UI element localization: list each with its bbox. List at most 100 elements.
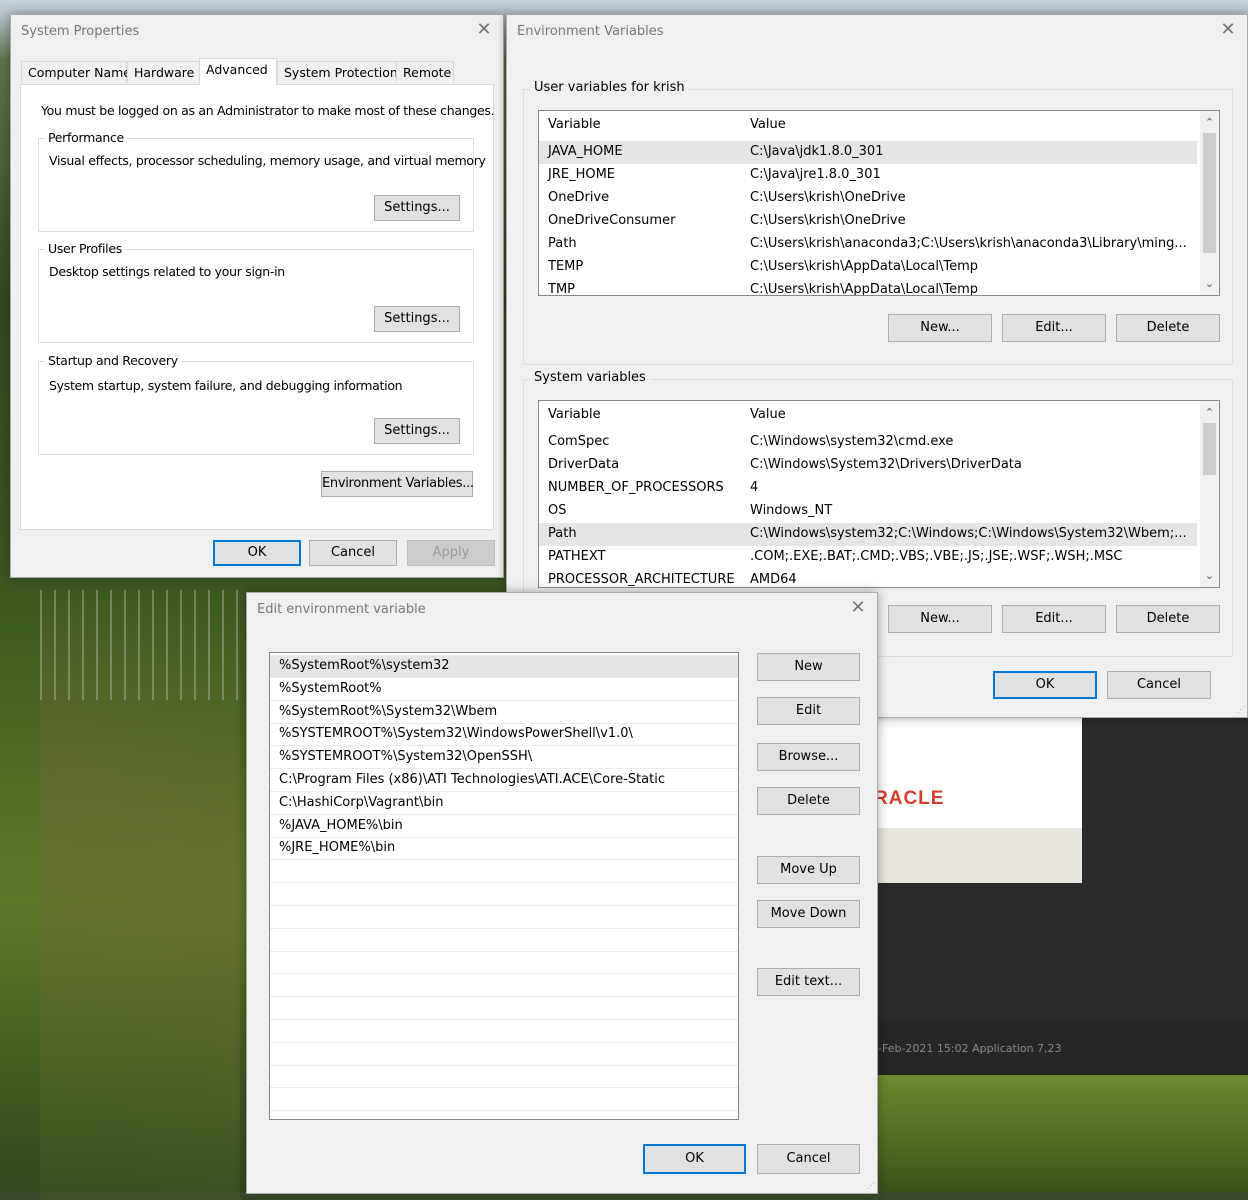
system-delete-button[interactable]: Delete bbox=[1116, 605, 1220, 633]
list-item[interactable]: C:\Program Files (x86)\ATI Technologies\… bbox=[270, 769, 738, 792]
user-variables-list[interactable]: Variable Value JAVA_HOME C:\Java\jdk1.8.… bbox=[538, 110, 1220, 296]
variable-name: DriverData bbox=[548, 457, 620, 472]
list-item[interactable] bbox=[270, 1020, 738, 1043]
new-button[interactable]: New bbox=[757, 653, 860, 681]
table-row[interactable]: JRE_HOME C:\Java\jre1.8.0_301 bbox=[539, 164, 1197, 187]
scroll-down-icon[interactable]: ⌄ bbox=[1200, 566, 1219, 585]
cancel-button[interactable]: Cancel bbox=[1107, 671, 1211, 699]
list-item[interactable] bbox=[270, 929, 738, 952]
startup-recovery-settings-button[interactable]: Settings... bbox=[374, 418, 460, 444]
table-row[interactable]: DriverData C:\Windows\System32\Drivers\D… bbox=[539, 454, 1197, 477]
user-edit-button[interactable]: Edit... bbox=[1002, 314, 1106, 342]
table-row[interactable]: Path C:\Windows\system32;C:\Windows;C:\W… bbox=[539, 523, 1197, 546]
variable-name: TMP bbox=[548, 282, 575, 296]
table-row[interactable]: TEMP C:\Users\krish\AppData\Local\Temp bbox=[539, 256, 1197, 279]
scroll-up-icon[interactable]: ⌃ bbox=[1200, 113, 1219, 132]
close-icon[interactable]: ✕ bbox=[1217, 19, 1239, 41]
table-row[interactable]: JAVA_HOME C:\Java\jdk1.8.0_301 bbox=[539, 141, 1197, 164]
user-profiles-description: Desktop settings related to your sign-in bbox=[49, 264, 285, 279]
variable-value: Windows_NT bbox=[750, 503, 833, 518]
resize-grip-icon[interactable]: ⋰ bbox=[867, 1181, 875, 1190]
system-new-button[interactable]: New... bbox=[888, 605, 992, 633]
list-item[interactable] bbox=[270, 951, 738, 975]
browse-button[interactable]: Browse... bbox=[757, 743, 860, 771]
system-edit-button[interactable]: Edit... bbox=[1002, 605, 1106, 633]
apply-button[interactable]: Apply bbox=[407, 540, 495, 566]
list-item[interactable] bbox=[270, 1088, 738, 1112]
user-profiles-settings-button[interactable]: Settings... bbox=[374, 306, 460, 332]
environment-variables-button[interactable]: Environment Variables... bbox=[321, 471, 474, 497]
vertical-scrollbar[interactable]: ⌃ ⌄ bbox=[1200, 111, 1219, 295]
table-row[interactable]: OS Windows_NT bbox=[539, 500, 1197, 523]
scrollbar-thumb[interactable] bbox=[1203, 133, 1216, 253]
variable-value: C:\Users\krish\AppData\Local\Temp bbox=[750, 259, 979, 274]
cancel-button[interactable]: Cancel bbox=[309, 540, 397, 566]
table-row[interactable]: TMP C:\Users\krish\AppData\Local\Temp bbox=[539, 279, 1197, 296]
column-variable[interactable]: Variable bbox=[548, 407, 601, 422]
table-row[interactable]: ComSpec C:\Windows\system32\cmd.exe bbox=[539, 431, 1197, 454]
table-row[interactable]: Path C:\Users\krish\anaconda3;C:\Users\k… bbox=[539, 233, 1197, 256]
move-up-button[interactable]: Move Up bbox=[757, 856, 860, 884]
table-row[interactable]: OneDriveConsumer C:\Users\krish\OneDrive bbox=[539, 210, 1197, 233]
advanced-tab-panel: You must be logged on as an Administrato… bbox=[20, 84, 495, 530]
ok-button[interactable]: OK bbox=[213, 540, 301, 566]
list-item[interactable]: %JAVA_HOME%\bin bbox=[270, 815, 738, 838]
column-variable[interactable]: Variable bbox=[548, 117, 601, 132]
path-entries-list[interactable]: %SystemRoot%\system32 %SystemRoot% %System… bbox=[269, 652, 739, 1120]
variable-value: C:\Users\krish\anaconda3;C:\Users\krish\… bbox=[750, 236, 1187, 251]
table-row[interactable]: NUMBER_OF_PROCESSORS 4 bbox=[539, 477, 1197, 500]
delete-button[interactable]: Delete bbox=[757, 787, 860, 815]
background-app-bar-text: -Feb-2021 15:02 Application 7,23 bbox=[878, 1042, 1062, 1055]
admin-note: You must be logged on as an Administrato… bbox=[41, 103, 495, 118]
system-variables-list[interactable]: Variable Value ComSpec C:\Windows\system… bbox=[538, 400, 1220, 588]
column-value[interactable]: Value bbox=[750, 117, 786, 132]
system-properties-window: System Properties ✕ Computer Name Hardwa… bbox=[10, 14, 504, 578]
list-item[interactable] bbox=[270, 974, 738, 998]
table-row[interactable]: OneDrive C:\Users\krish\OneDrive bbox=[539, 187, 1197, 210]
variable-name: ComSpec bbox=[548, 434, 610, 449]
close-icon[interactable]: ✕ bbox=[473, 19, 495, 41]
list-item[interactable] bbox=[270, 860, 738, 884]
tab-hardware[interactable]: Hardware bbox=[127, 61, 200, 83]
tab-remote[interactable]: Remote bbox=[396, 61, 454, 83]
list-item[interactable] bbox=[270, 883, 738, 906]
list-item[interactable] bbox=[270, 1111, 738, 1119]
list-item[interactable] bbox=[270, 906, 738, 929]
variable-value: AMD64 bbox=[750, 572, 797, 587]
list-item[interactable] bbox=[270, 997, 738, 1020]
tab-system-protection[interactable]: System Protection bbox=[277, 61, 398, 83]
list-item[interactable]: C:\HashiCorp\Vagrant\bin bbox=[270, 792, 738, 815]
list-item[interactable]: %SYSTEMROOT%\System32\WindowsPowerShell\… bbox=[270, 723, 738, 747]
cancel-button[interactable]: Cancel bbox=[757, 1144, 860, 1174]
variable-value: .COM;.EXE;.BAT;.CMD;.VBS;.VBE;.JS;.JSE;.… bbox=[750, 549, 1123, 564]
user-profiles-group: User Profiles Desktop settings related t… bbox=[38, 241, 474, 343]
performance-settings-button[interactable]: Settings... bbox=[374, 195, 460, 221]
user-delete-button[interactable]: Delete bbox=[1116, 314, 1220, 342]
close-icon[interactable]: ✕ bbox=[847, 597, 869, 619]
list-item[interactable] bbox=[270, 1043, 738, 1066]
list-item[interactable]: %SYSTEMROOT%\System32\OpenSSH\ bbox=[270, 746, 738, 770]
list-item[interactable]: %SystemRoot% bbox=[270, 678, 738, 701]
table-row[interactable]: PROCESSOR_ARCHITECTURE AMD64 bbox=[539, 569, 1197, 587]
scroll-down-icon[interactable]: ⌄ bbox=[1200, 274, 1219, 293]
ok-button[interactable]: OK bbox=[643, 1144, 746, 1174]
user-new-button[interactable]: New... bbox=[888, 314, 992, 342]
list-item[interactable]: %SystemRoot%\system32 bbox=[270, 655, 738, 678]
list-item[interactable] bbox=[270, 1065, 738, 1089]
list-item[interactable]: %JRE_HOME%\bin bbox=[270, 837, 738, 861]
column-value[interactable]: Value bbox=[750, 407, 786, 422]
tab-computer-name[interactable]: Computer Name bbox=[21, 61, 131, 83]
scrollbar-thumb[interactable] bbox=[1203, 423, 1216, 475]
edit-text-button[interactable]: Edit text... bbox=[757, 968, 860, 996]
tab-advanced[interactable]: Advanced bbox=[199, 58, 277, 85]
variable-name: OneDrive bbox=[548, 190, 610, 205]
edit-button[interactable]: Edit bbox=[757, 697, 860, 725]
move-down-button[interactable]: Move Down bbox=[757, 900, 860, 928]
ok-button[interactable]: OK bbox=[993, 671, 1097, 699]
window-title: Environment Variables bbox=[517, 24, 664, 39]
vertical-scrollbar[interactable]: ⌃ ⌄ bbox=[1200, 401, 1219, 587]
list-item[interactable]: %SystemRoot%\System32\Wbem bbox=[270, 701, 738, 724]
resize-grip-icon[interactable]: ⋰ bbox=[1237, 705, 1245, 714]
table-row[interactable]: PATHEXT .COM;.EXE;.BAT;.CMD;.VBS;.VBE;.J… bbox=[539, 546, 1197, 569]
scroll-up-icon[interactable]: ⌃ bbox=[1200, 403, 1219, 422]
